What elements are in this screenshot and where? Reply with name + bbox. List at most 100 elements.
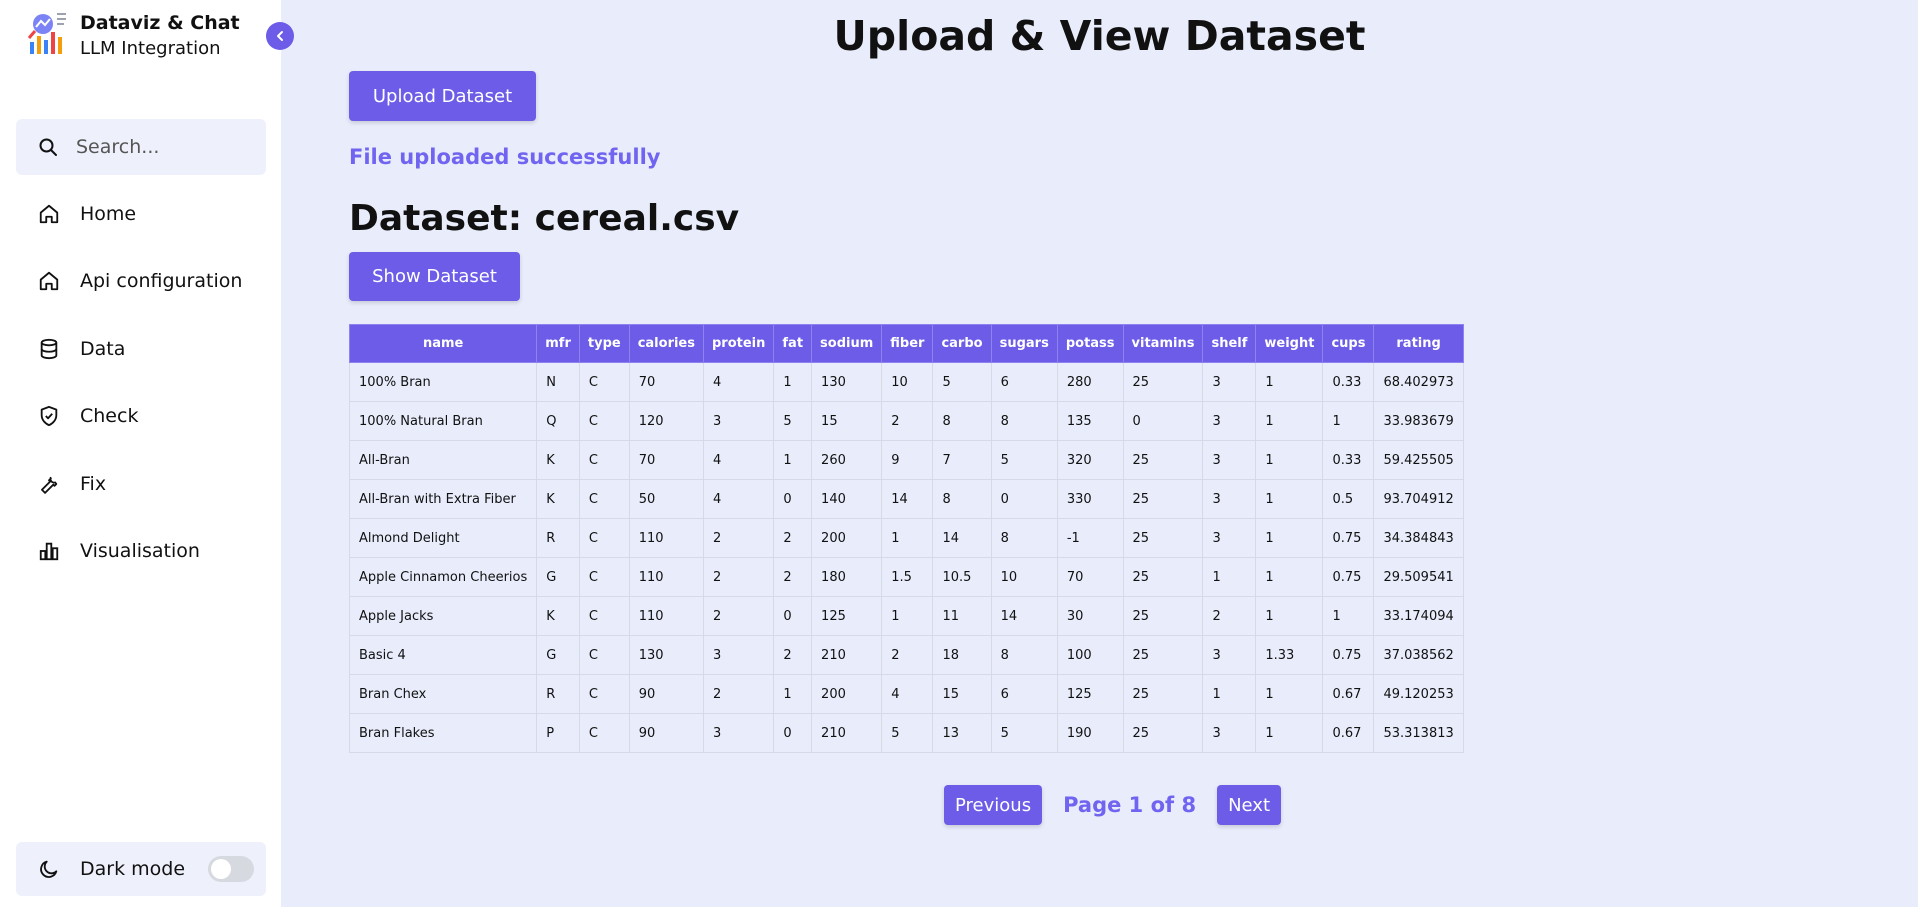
sidebar-item-data[interactable]: Data: [16, 315, 266, 383]
table-cell: 100% Bran: [348, 362, 538, 402]
table-cell: 0.75: [1322, 518, 1375, 558]
table-cell: 1: [1255, 596, 1324, 636]
table-cell: 25: [1122, 596, 1204, 636]
table-cell: 190: [1056, 713, 1124, 753]
table-cell: 280: [1056, 362, 1124, 402]
sidebar-item-label: Api configuration: [80, 270, 243, 293]
table-cell: P: [536, 713, 580, 753]
table-cell: Bran Chex: [348, 674, 538, 714]
table-cell: 0: [773, 596, 813, 636]
table-cell: 59.425505: [1373, 440, 1464, 480]
sidebar-item-visualisation[interactable]: Visualisation: [16, 518, 266, 586]
sidebar-item-label: Home: [80, 202, 137, 225]
previous-page-button[interactable]: Previous: [944, 785, 1043, 825]
sidebar-item-home[interactable]: Home: [16, 180, 266, 248]
table-cell: 0.75: [1322, 557, 1375, 597]
sidebar-item-label: Visualisation: [80, 540, 200, 563]
sidebar-item-api-configuration[interactable]: Api configuration: [16, 248, 266, 316]
table-cell: 1: [773, 440, 813, 480]
search-box[interactable]: [16, 119, 266, 175]
table-cell: 200: [811, 518, 883, 558]
pagination: Previous Page 1 of 8 Next: [944, 785, 1282, 825]
table-row: All-Bran K C 70 4 1 260 9 7 5 320 25 3 1 0.33 59.425505: [348, 440, 1464, 480]
table-cell: 8: [990, 518, 1058, 558]
table-cell: 11: [932, 596, 992, 636]
table-cell: 3: [1202, 401, 1257, 441]
column-header: carbo: [932, 324, 992, 363]
table-cell: 3: [1202, 440, 1257, 480]
table-cell: 0: [1122, 401, 1204, 441]
table-cell: 120: [628, 401, 705, 441]
table-cell: 10: [990, 557, 1058, 597]
table-cell: 0: [773, 713, 813, 753]
table-cell: 125: [1056, 674, 1124, 714]
column-header: fiber: [881, 324, 934, 363]
table-row: Apple Jacks K C 110 2 0 125 1 11 14 30 25 2 1 1 33.1740…: [348, 596, 1464, 636]
table-cell: 15: [811, 401, 883, 441]
table-cell: K: [536, 479, 580, 519]
sidebar-item-check[interactable]: Check: [16, 383, 266, 451]
table-cell: 5: [773, 401, 813, 441]
column-header: potass: [1056, 324, 1124, 363]
page-indicator: Page 1 of 8: [1063, 793, 1197, 817]
table-cell: 0.33: [1322, 440, 1375, 480]
table-cell: 2: [702, 674, 775, 714]
table-cell: 135: [1056, 401, 1124, 441]
column-header: sodium: [811, 324, 883, 363]
table-cell: 37.038562: [1373, 635, 1464, 675]
table-cell: 3: [1202, 713, 1257, 753]
sidebar-nav: Home Api configuration Data Check Fix Vi…: [16, 180, 266, 585]
table-cell: 25: [1122, 479, 1204, 519]
sidebar-item-label: Check: [80, 405, 139, 428]
table-cell: 200: [811, 674, 883, 714]
table-cell: 1: [1255, 674, 1324, 714]
table-cell: Q: [536, 401, 580, 441]
table-cell: 25: [1122, 713, 1204, 753]
table-cell: C: [578, 440, 630, 480]
brand[interactable]: Dataviz & Chat LLM Integration: [26, 10, 240, 62]
table-row: Apple Cinnamon Cheerios G C 110 2 2 180 1.5 10.5…: [348, 557, 1464, 597]
table-row: 100% Bran N C 70 4 1 130 10 5 6 280 25 3 1 0.33 68.4029…: [348, 362, 1464, 402]
table-cell: 5: [881, 713, 934, 753]
table-cell: 210: [811, 713, 883, 753]
table-cell: 100% Natural Bran: [348, 401, 538, 441]
table-cell: 30: [1056, 596, 1124, 636]
table-cell: G: [536, 635, 580, 675]
table-cell: C: [578, 674, 630, 714]
shield-check-icon: [38, 405, 60, 427]
table-cell: 110: [628, 596, 705, 636]
table-cell: K: [536, 440, 580, 480]
table-cell: 2: [702, 518, 775, 558]
table-cell: 0.75: [1322, 635, 1375, 675]
show-dataset-button[interactable]: Show Dataset: [349, 252, 520, 301]
table-cell: 5: [932, 362, 992, 402]
upload-status-message: File uploaded successfully: [349, 145, 661, 169]
search-input[interactable]: [76, 136, 246, 158]
table-cell: Almond Delight: [348, 518, 538, 558]
table-cell: 70: [1056, 557, 1124, 597]
wrench-icon: [38, 473, 60, 495]
table-cell: 5: [990, 713, 1058, 753]
table-cell: 1.33: [1255, 635, 1324, 675]
collapse-sidebar-button[interactable]: [266, 22, 294, 50]
table-cell: 3: [702, 635, 775, 675]
dark-mode-toggle[interactable]: [208, 856, 254, 882]
table-cell: 3: [702, 713, 775, 753]
table-cell: 1: [1322, 401, 1375, 441]
sidebar: Dataviz & Chat LLM Integration Home Api …: [0, 0, 281, 907]
table-cell: 1: [1255, 479, 1324, 519]
table-cell: 0.5: [1322, 479, 1375, 519]
upload-dataset-button[interactable]: Upload Dataset: [349, 71, 536, 121]
table-cell: 1: [1255, 440, 1324, 480]
next-page-button[interactable]: Next: [1217, 785, 1282, 825]
table-row: Bran Flakes P C 90 3 0 210 5 13 5 190 25 3 1 0.67 53.31…: [348, 713, 1464, 753]
table-cell: 4: [702, 440, 775, 480]
table-row: 100% Natural Bran Q C 120 3 5 15 2 8 8 135 0 3 1 1 33.9…: [348, 401, 1464, 441]
table-cell: 3: [1202, 479, 1257, 519]
sidebar-item-fix[interactable]: Fix: [16, 450, 266, 518]
sidebar-item-label: Fix: [80, 472, 107, 495]
dark-mode-row: Dark mode: [16, 842, 266, 896]
table-cell: 2: [702, 557, 775, 597]
table-cell: 110: [628, 557, 705, 597]
table-cell: 1: [881, 518, 934, 558]
